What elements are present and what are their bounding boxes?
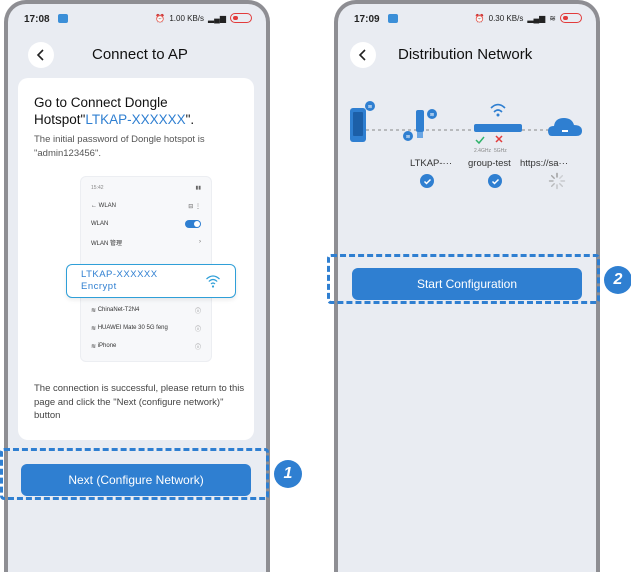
password-hint: The initial password of Dongle hotspot i… xyxy=(34,134,205,159)
mini-info-icon: ⓘ xyxy=(194,326,201,333)
app-notification-icon xyxy=(388,14,398,23)
mini-info-icon: ⓘ xyxy=(194,308,201,315)
mini-wlan-settings-label: WLAN 管理 xyxy=(91,240,123,247)
mini-header: ← WLAN ⊟ ⋮ xyxy=(91,201,201,211)
back-button[interactable] xyxy=(350,42,376,68)
mini-wlan-settings-row: WLAN 管理 › xyxy=(91,237,201,247)
device-label-cloud: https://sa··· xyxy=(520,158,569,169)
mini-battery-icon: ▮▮ xyxy=(195,185,201,191)
network-speed: 1.00 KB/s xyxy=(169,13,205,23)
dongle-icon: ≋ ≋ xyxy=(403,109,437,141)
signal-icon: ▂▄▆ xyxy=(208,13,226,23)
mini-menu-icon: ⊟ ⋮ xyxy=(188,203,201,210)
signal-icon: ▂▄▆ xyxy=(527,13,546,23)
alarm-icon: ⏰ xyxy=(155,13,166,23)
alarm-icon: ⏰ xyxy=(474,13,485,23)
wifi-icon xyxy=(206,275,220,288)
step-badge-1: 1 xyxy=(274,460,302,488)
device-label-dongle: LTKAP-··· xyxy=(410,158,453,169)
mini-network-label: HUAWEI Mate 30 5G feng xyxy=(97,325,168,331)
mini-wifi-icon: ≋ xyxy=(91,343,98,350)
mini-network-row: ≋ ChinaNet-T2N4 ⓘ xyxy=(91,305,201,315)
step-badge-2: 2 xyxy=(604,266,631,294)
highlighted-hotspot: LTKAP-XXXXXX Encrypt xyxy=(66,264,236,298)
back-button[interactable] xyxy=(28,42,54,68)
mini-wifi-icon: ≋ xyxy=(91,307,98,314)
loading-spinner-icon xyxy=(548,172,566,190)
heading-suffix: ". xyxy=(185,112,195,127)
router-icon: 2.4GHz 5GHz xyxy=(474,103,522,154)
page-title: Distribution Network xyxy=(398,46,533,63)
mini-network-label: iPhone xyxy=(97,343,117,349)
status-icons: ⏰ 1.00 KB/s ▂▄▆ xyxy=(155,13,252,23)
instruction-heading: Go to Connect Dongle Hotspot"LTKAP-XXXXX… xyxy=(34,94,244,128)
chevron-left-icon xyxy=(358,49,366,61)
mini-network-label: ChinaNet-T2N4 xyxy=(97,307,140,313)
band-24ghz-label: 2.4GHz xyxy=(474,148,491,154)
mini-time: 15:42 xyxy=(91,185,104,191)
network-speed: 0.30 KB/s xyxy=(488,13,524,23)
mini-status: 15:42 ▮▮ xyxy=(91,183,201,193)
mini-network-row: ≋ iPhone ⓘ xyxy=(91,341,201,351)
status-time: 17:09 xyxy=(354,14,380,25)
wifi-status-icon: ≋ xyxy=(549,13,556,23)
svg-text:≋: ≋ xyxy=(367,104,372,111)
status-bar: 17:08 ⏰ 1.00 KB/s ▂▄▆ xyxy=(8,10,266,30)
cloud-icon xyxy=(548,118,582,136)
chevron-left-icon xyxy=(36,49,44,61)
instruction-card: Go to Connect Dongle Hotspot"LTKAP-XXXXX… xyxy=(18,78,254,440)
highlight-frame-step-2 xyxy=(327,254,600,304)
battery-icon xyxy=(560,13,582,23)
mini-chevron-icon: › xyxy=(199,239,201,245)
dongle-check-icon xyxy=(420,174,434,188)
mini-info-icon: ⓘ xyxy=(194,344,201,351)
mini-wifi-icon: ≋ xyxy=(91,325,98,332)
svg-text:≋: ≋ xyxy=(405,134,410,141)
app-notification-icon xyxy=(58,14,68,23)
status-icons: ⏰ 0.30 KB/s ▂▄▆ ≋ xyxy=(475,13,582,23)
phone-icon: ≋ xyxy=(350,101,375,142)
band-5ghz-label: 5GHz xyxy=(494,148,507,154)
mini-network-row: ≋ HUAWEI Mate 30 5G feng ⓘ xyxy=(91,323,201,333)
mini-wlan-label: WLAN xyxy=(91,221,109,227)
hotspot-ssid: LTKAP-XXXXXX xyxy=(81,269,158,280)
mini-wlan-toggle xyxy=(185,220,201,228)
page-title: Connect to AP xyxy=(92,46,188,63)
highlight-frame-step-1 xyxy=(0,448,269,500)
status-bar: 17:09 ⏰ 0.30 KB/s ▂▄▆ ≋ xyxy=(338,10,596,30)
return-instruction: The connection is successful, please ret… xyxy=(34,383,245,421)
status-time: 17:08 xyxy=(24,14,50,25)
svg-text:≋: ≋ xyxy=(429,112,434,119)
battery-icon xyxy=(230,13,252,23)
mini-back-label: ← WLAN xyxy=(91,203,117,209)
device-label-router: group-test xyxy=(468,158,511,169)
heading-ssid: LTKAP-XXXXXX xyxy=(85,112,186,127)
hotspot-security: Encrypt xyxy=(81,281,117,292)
router-check-icon xyxy=(488,174,502,188)
mini-wlan-row: WLAN xyxy=(91,219,201,229)
